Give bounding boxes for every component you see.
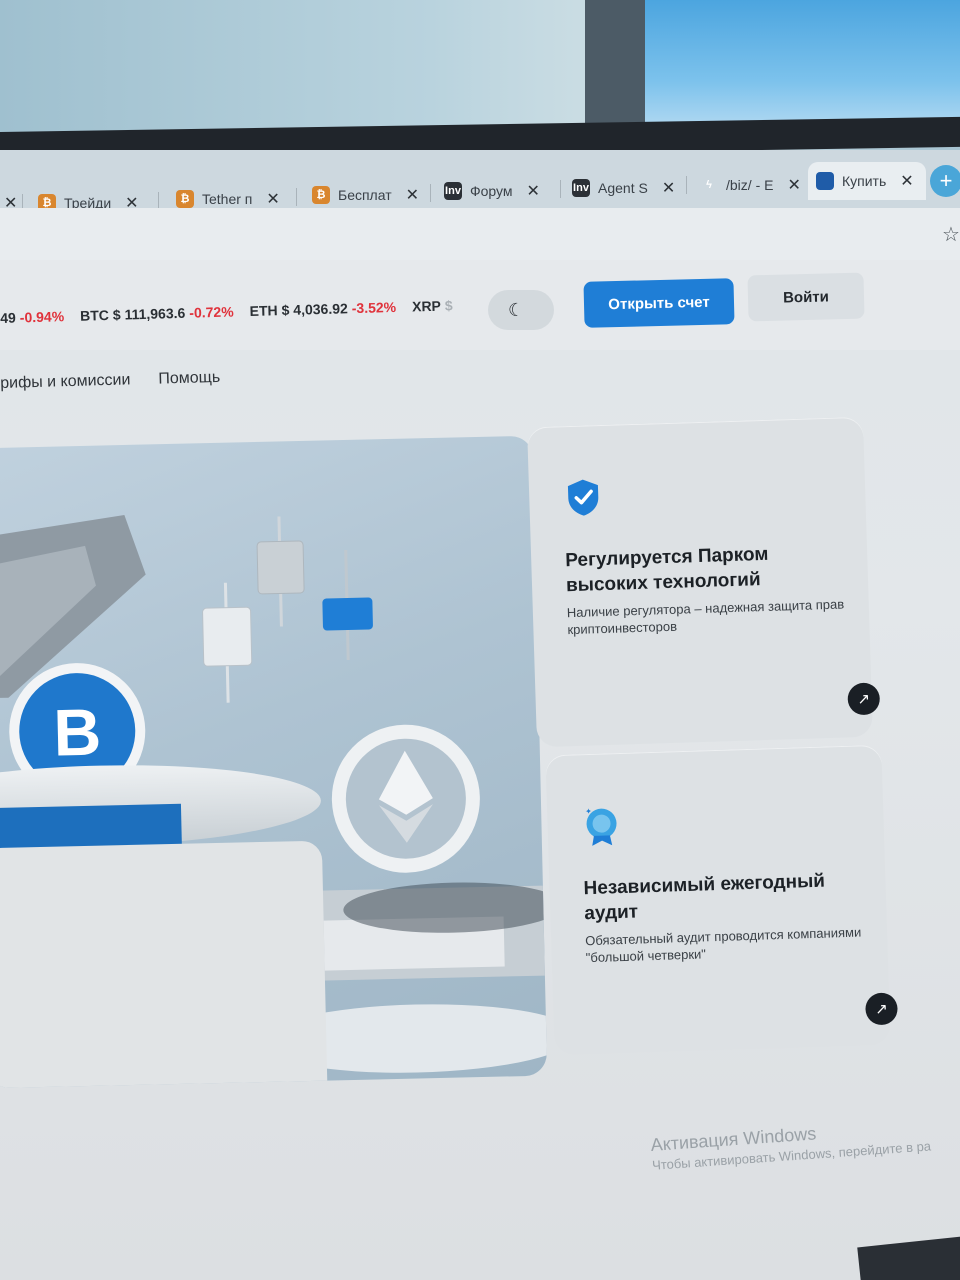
ticker-symbol: BTC xyxy=(79,306,110,324)
svg-text:✦: ✦ xyxy=(585,807,592,816)
ticker-change: -3.52% xyxy=(351,298,397,317)
ticker-change: -0.72% xyxy=(189,303,234,321)
inv-icon: Inv xyxy=(572,179,590,197)
price-ticker: 49 -0.94% BTC $ 111,963.6 -0.72% ETH $ 4… xyxy=(0,297,453,326)
tab-label: Tether п xyxy=(202,191,253,207)
bookmark-star-icon[interactable]: ☆ xyxy=(942,222,960,247)
theme-toggle[interactable]: ☾ xyxy=(488,290,554,330)
close-icon[interactable]: ✕ xyxy=(662,178,675,198)
tab-separator xyxy=(296,188,297,206)
close-icon[interactable]: ✕ xyxy=(787,175,800,195)
tab-label: Купить xyxy=(842,173,887,189)
windows-activation-watermark: Активация Windows Чтобы активировать Win… xyxy=(650,1116,931,1172)
fire-icon: ϟ xyxy=(706,179,712,191)
tab-label: Agent S xyxy=(598,180,648,196)
feature-card-audit[interactable]: ✦ Независимый ежегодный аудит Обязательн… xyxy=(545,744,898,1056)
login-button[interactable]: Войти xyxy=(747,272,865,322)
tab-7-active[interactable]: Купить ✕ xyxy=(808,162,926,200)
tab-label: /biz/ - E xyxy=(726,177,774,193)
arrow-up-right-icon[interactable]: ↗ xyxy=(847,682,881,716)
close-icon[interactable]: ✕ xyxy=(900,171,913,191)
tab-separator xyxy=(430,184,431,202)
arrow-up-right-icon[interactable]: ↗ xyxy=(865,992,898,1026)
candlestick-icon xyxy=(202,516,373,703)
ticker-item: 49 -0.94% xyxy=(0,308,64,326)
window-frame xyxy=(585,0,645,140)
tab-separator xyxy=(686,176,687,194)
shield-bitcoin-icon: ₿ xyxy=(176,190,194,208)
close-icon[interactable]: ✕ xyxy=(266,189,279,209)
ticker-change: -0.94% xyxy=(19,308,65,326)
ticker-price: $ 111,963.6 xyxy=(112,304,186,323)
hero-illustration: B xyxy=(0,435,548,1089)
ticker-price: 49 xyxy=(0,309,17,326)
close-icon[interactable]: ✕ xyxy=(527,181,540,201)
tab-5[interactable]: Inv Agent S ✕ xyxy=(564,169,683,207)
tab-4[interactable]: Inv Форум ✕ xyxy=(436,172,548,210)
screen: ✕ ₿ Трейди ✕ ₿ Tether п ✕ ₿ Бесплат ✕ In… xyxy=(0,150,960,1280)
address-bar-row: ☆ xyxy=(0,208,960,260)
tab-separator xyxy=(560,180,561,198)
close-icon[interactable]: ✕ xyxy=(406,185,419,205)
browser-tab-strip: ✕ ₿ Трейди ✕ ₿ Tether п ✕ ₿ Бесплат ✕ In… xyxy=(0,150,960,212)
ticker-price: $ xyxy=(444,297,453,314)
inv-icon: Inv xyxy=(444,182,462,200)
card-title: Регулируется Парком высоких технологий xyxy=(564,543,769,597)
ticker-price: $ 4,036.92 xyxy=(281,300,348,319)
hero-art: B xyxy=(0,515,548,1089)
bitcoin-symbol: B xyxy=(53,695,102,770)
ticker-item-btc[interactable]: BTC $ 111,963.6 -0.72% xyxy=(80,303,234,323)
ethereum-coin xyxy=(331,724,480,873)
ticker-item-eth[interactable]: ETH $ 4,036.92 -3.52% xyxy=(249,299,396,319)
ticker-symbol: XRP xyxy=(411,297,442,315)
card-title: Независимый ежегодный аудит xyxy=(583,870,826,925)
moon-icon: ☾ xyxy=(508,299,525,320)
new-tab-button[interactable]: + xyxy=(930,165,960,197)
card-text: Обязательный аудит проводится компаниями… xyxy=(584,924,862,966)
window-sky xyxy=(645,0,960,135)
foreground-panel xyxy=(0,841,328,1089)
open-account-button[interactable]: Открыть счет xyxy=(583,278,735,328)
tab-label: Бесплат xyxy=(338,187,392,203)
feature-card-regulation[interactable]: Регулируется Парком высоких технологий Н… xyxy=(527,416,881,748)
award-badge-icon: ✦ xyxy=(585,807,617,846)
shield-check-icon xyxy=(567,479,599,516)
nav-item-help[interactable]: Помощь xyxy=(158,369,220,389)
card-text: Наличие регулятора – надежная защита пра… xyxy=(566,596,845,638)
site-header: 49 -0.94% BTC $ 111,963.6 -0.72% ETH $ 4… xyxy=(0,260,960,350)
ticker-symbol: ETH xyxy=(249,302,278,320)
nav-item-tariffs[interactable]: рифы и комиссии xyxy=(0,371,131,393)
blue-square-icon xyxy=(816,172,834,190)
tab-6[interactable]: ϟ /biz/ - E ✕ xyxy=(692,166,809,204)
main-nav: рифы и комиссии Помощь xyxy=(0,369,220,393)
ticker-item-xrp[interactable]: XRP $ xyxy=(412,297,453,314)
tab-label: Форум xyxy=(470,183,513,199)
shield-bitcoin-icon: ₿ xyxy=(312,186,330,204)
